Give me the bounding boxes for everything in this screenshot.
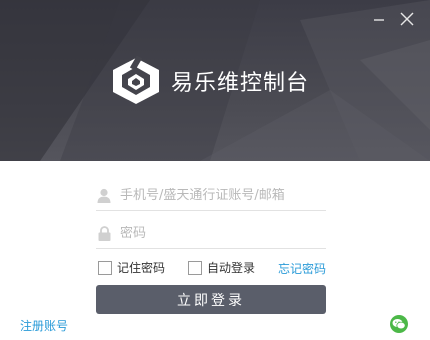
close-button[interactable] — [396, 8, 418, 30]
forgot-password-link[interactable]: 忘记密码 — [278, 260, 326, 277]
checkbox-box[interactable] — [98, 260, 112, 275]
close-icon — [400, 12, 414, 26]
minimize-button[interactable] — [368, 8, 390, 30]
remember-password-label: 记住密码 — [117, 261, 166, 275]
app-title: 易乐维控制台 — [171, 71, 310, 96]
wechat-icon — [392, 319, 406, 330]
username-field[interactable] — [96, 181, 326, 211]
lock-icon — [96, 226, 112, 242]
auto-login-checkbox[interactable]: 自动登录 — [188, 259, 255, 276]
login-header-banner: 易乐维控制台 — [0, 0, 430, 161]
password-field[interactable] — [96, 219, 326, 249]
password-input[interactable] — [120, 226, 320, 241]
user-icon — [96, 188, 112, 204]
remember-password-checkbox[interactable]: 记住密码 — [98, 259, 165, 276]
login-button[interactable]: 立即登录 — [96, 285, 326, 314]
minimize-icon — [374, 19, 384, 21]
brand: 易乐维控制台 — [109, 56, 309, 106]
username-input[interactable] — [120, 188, 320, 203]
wechat-login-button[interactable] — [390, 315, 408, 333]
auto-login-label: 自动登录 — [207, 261, 256, 275]
login-options: 记住密码 自动登录 忘记密码 — [98, 259, 328, 277]
register-account-link[interactable]: 注册账号 — [20, 317, 68, 334]
checkbox-box[interactable] — [188, 260, 202, 275]
app-logo-icon — [113, 56, 159, 104]
